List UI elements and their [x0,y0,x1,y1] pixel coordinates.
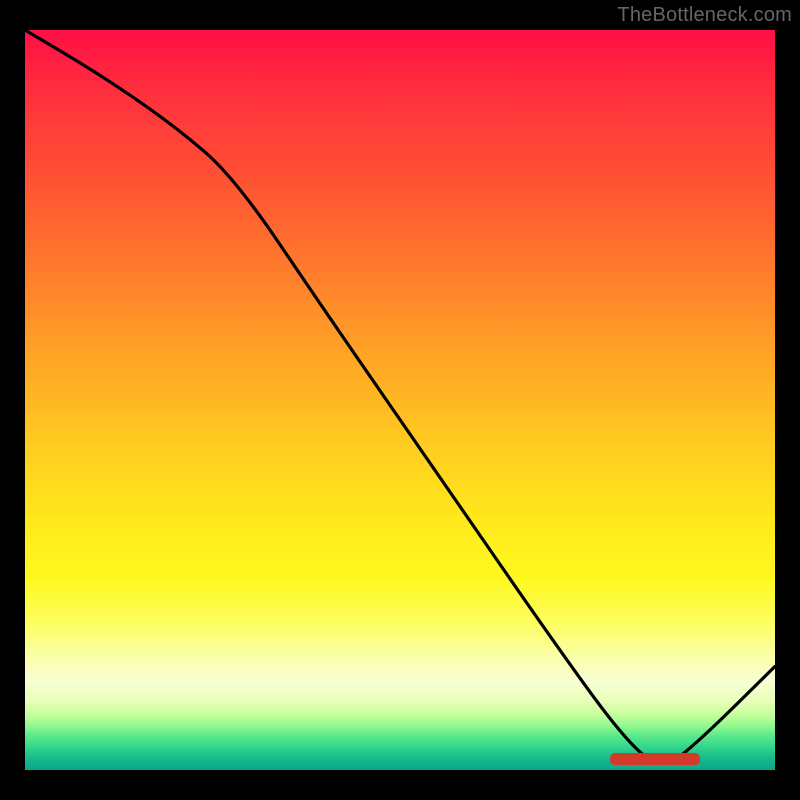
chart-frame: TheBottleneck.com [0,0,800,800]
bottleneck-curve [25,30,775,770]
plot-outer [25,30,775,770]
curve-path [25,30,775,763]
attribution-text: TheBottleneck.com [617,4,792,27]
optimal-marker [610,753,700,765]
